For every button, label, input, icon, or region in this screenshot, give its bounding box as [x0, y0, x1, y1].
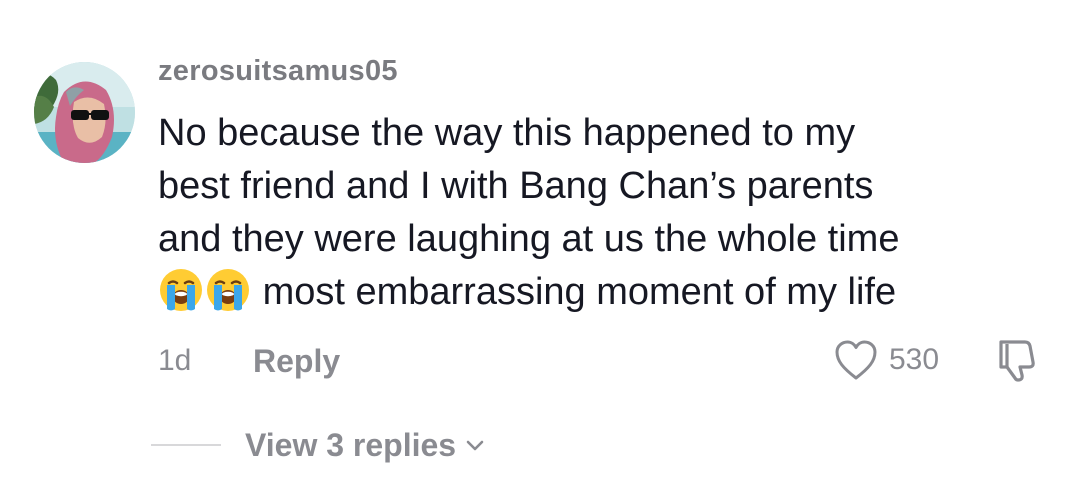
comment-text-line: most embarrassing moment of my life — [262, 271, 897, 313]
comment-item: zerosuitsamus05 No because the way this … — [0, 0, 1080, 486]
avatar[interactable] — [34, 62, 135, 163]
comment-text-line-with-emoji: most embarrassing moment of my life — [158, 266, 1048, 319]
view-replies-label: View 3 replies — [245, 426, 457, 463]
like-count: 530 — [889, 343, 940, 376]
loudly-crying-face-icon — [205, 267, 251, 313]
comment-meta: 1d Reply — [158, 336, 340, 386]
comment-timestamp: 1d — [158, 344, 192, 377]
view-replies-button[interactable]: View 3 replies — [245, 427, 488, 464]
like-control[interactable]: 530 — [833, 334, 953, 386]
comment-text-line: best friend and I with Bang Chan’s paren… — [158, 165, 874, 207]
comment-text-line: No because the way this happened to my — [158, 112, 856, 154]
reply-button[interactable]: Reply — [253, 343, 340, 380]
thumbs-down-outline-icon[interactable] — [995, 336, 1043, 384]
loudly-crying-face-icon — [158, 267, 204, 313]
comment-text: No because the way this happened to my b… — [158, 107, 1048, 319]
avatar-image — [34, 62, 135, 163]
view-replies-row: View 3 replies — [151, 420, 488, 470]
heart-outline-icon[interactable] — [833, 338, 879, 382]
replies-divider — [151, 444, 221, 446]
comment-text-line: and they were laughing at us the whole t… — [158, 218, 900, 260]
comment-username[interactable]: zerosuitsamus05 — [158, 55, 398, 88]
chevron-down-icon — [466, 440, 484, 451]
